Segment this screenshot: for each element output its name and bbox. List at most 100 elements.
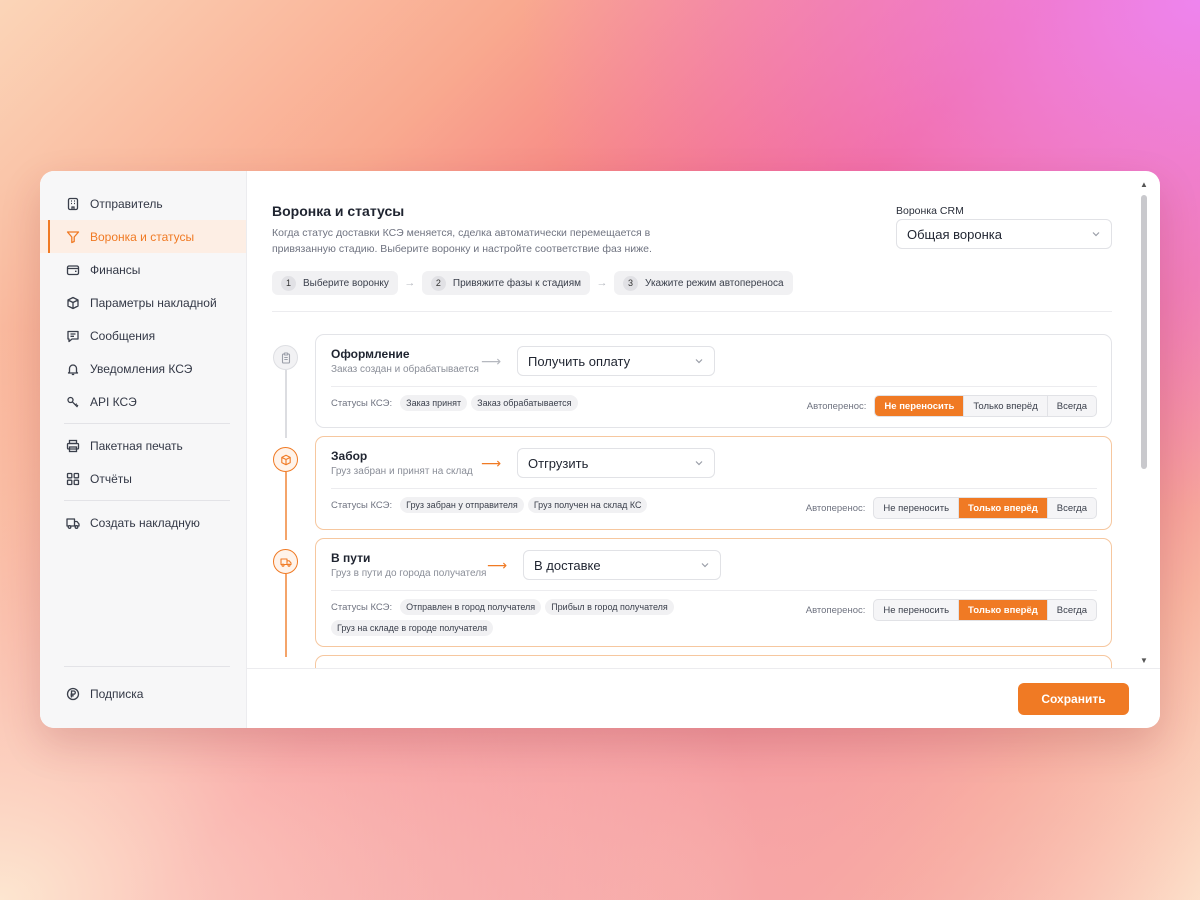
statuses-label: Статусы КСЭ: — [331, 397, 393, 409]
funnel-select[interactable]: Общая воронка — [896, 219, 1112, 249]
save-button[interactable]: Сохранить — [1018, 682, 1129, 715]
auto-transfer-toggle: Не переносить Только вперёд Всегда — [873, 599, 1097, 621]
sidebar-item-create-waybill[interactable]: Создать накладную — [40, 506, 246, 539]
stage-subtitle: Груз в пути до города получателя — [331, 568, 487, 579]
stage-list: Оформление Заказ создан и обрабатывается… — [272, 334, 1112, 668]
settings-window: Отправитель Воронка и статусы Финансы Па… — [40, 171, 1160, 728]
sidebar-item-finance[interactable]: Финансы — [40, 253, 246, 286]
grid-icon — [66, 472, 80, 486]
option-forward-only[interactable]: Только вперёд — [964, 396, 1048, 416]
crm-stage-select[interactable]: Получить оплату — [517, 346, 715, 376]
step-2: 2 Привяжите фазы к стадиям — [421, 271, 591, 295]
option-always[interactable]: Всегда — [1048, 600, 1096, 620]
main-panel: Воронка и статусы Когда статус доставки … — [247, 171, 1160, 728]
status-tag: Груз забран у отправителя — [400, 497, 524, 513]
section-divider — [272, 311, 1112, 312]
chevron-down-icon — [695, 359, 703, 364]
crm-stage-select[interactable]: Отгрузить — [517, 448, 715, 478]
crm-stage-value: Получить оплату — [528, 353, 631, 369]
sidebar-item-api[interactable]: API КСЭ — [40, 385, 246, 418]
option-always[interactable]: Всегда — [1048, 396, 1096, 416]
option-no-transfer[interactable]: Не переносить — [875, 396, 965, 416]
crm-stage-value: В доставке — [534, 557, 601, 573]
sidebar: Отправитель Воронка и статусы Финансы Па… — [40, 171, 247, 728]
sidebar-divider — [64, 500, 230, 501]
auto-transfer: Автоперенос: Не переносить Только вперёд… — [807, 395, 1097, 417]
card-divider — [331, 386, 1097, 387]
sidebar-item-label: Отчёты — [90, 471, 132, 486]
stage-card: В пути Груз в пути до города получателя … — [315, 538, 1112, 647]
stage-row: Оформление Заказ создан и обрабатывается… — [272, 334, 1112, 438]
option-forward-only[interactable]: Только вперёд — [959, 498, 1048, 518]
truck-icon — [273, 549, 298, 574]
stage-name: В пути — [331, 551, 371, 565]
status-tags: Статусы КСЭ: Заказ принят Заказ обрабаты… — [331, 395, 731, 411]
printer-icon — [66, 439, 80, 453]
footer-bar: Сохранить — [247, 668, 1160, 728]
step-3: 3 Укажите режим автопереноса — [614, 271, 793, 295]
content-scroll-area[interactable]: Воронка и статусы Когда статус доставки … — [247, 171, 1138, 668]
clipboard-icon — [273, 345, 298, 370]
stage-connector — [285, 574, 287, 657]
scroll-up-icon[interactable]: ▲ — [1140, 181, 1148, 189]
wallet-icon — [66, 263, 80, 277]
option-no-transfer[interactable]: Не переносить — [874, 600, 960, 620]
scroll-down-icon[interactable]: ▼ — [1140, 657, 1148, 665]
sidebar-item-label: Сообщения — [90, 328, 156, 343]
step-label: Укажите режим автопереноса — [645, 277, 784, 289]
crm-stage-value: Отгрузить — [528, 455, 589, 471]
sidebar-item-label: Отправитель — [90, 196, 163, 211]
message-icon — [66, 329, 80, 343]
sidebar-item-notifications[interactable]: Уведомления КСЭ — [40, 352, 246, 385]
stage-connector — [285, 370, 287, 438]
stage-card: Оформление Заказ создан и обрабатывается… — [315, 334, 1112, 428]
status-tag: Отправлен в город получателя — [400, 599, 542, 615]
truck-icon — [66, 516, 80, 530]
sidebar-item-waybill-params[interactable]: Параметры накладной — [40, 286, 246, 319]
step-number: 2 — [430, 275, 446, 291]
option-forward-only[interactable]: Только вперёд — [959, 600, 1048, 620]
crm-stage-select[interactable]: В доставке — [523, 550, 721, 580]
arrow-right-icon: → — [596, 277, 608, 289]
sidebar-item-label: Создать накладную — [90, 515, 200, 530]
sidebar-item-sender[interactable]: Отправитель — [40, 187, 246, 220]
status-tags: Статусы КСЭ: Груз забран у отправителя Г… — [331, 497, 731, 513]
auto-transfer-toggle: Не переносить Только вперёд Всегда — [873, 497, 1097, 519]
stage-rail — [272, 334, 299, 438]
option-always[interactable]: Всегда — [1048, 498, 1096, 518]
ruble-icon — [66, 687, 80, 701]
scroll-thumb[interactable] — [1141, 195, 1147, 469]
auto-transfer-label: Автоперенос: — [805, 604, 866, 616]
sidebar-item-messages[interactable]: Сообщения — [40, 319, 246, 352]
page-title: Воронка и статусы — [272, 203, 405, 219]
stage-connector — [285, 472, 287, 540]
statuses-label: Статусы КСЭ: — [331, 601, 393, 613]
status-tag: Заказ обрабатывается — [471, 395, 578, 411]
stage-rail — [272, 538, 299, 657]
sidebar-item-label: Параметры накладной — [90, 295, 217, 310]
option-no-transfer[interactable]: Не переносить — [874, 498, 960, 518]
long-arrow-right-icon: ⟶ — [481, 352, 502, 369]
step-number: 3 — [623, 275, 639, 291]
step-label: Выберите воронку — [303, 277, 389, 289]
status-tag: Прибыл в город получателя — [545, 599, 674, 615]
status-tag: Груз на складе в городе получателя — [331, 620, 494, 636]
sidebar-item-reports[interactable]: Отчёты — [40, 462, 246, 495]
funnel-selector: Воронка CRM Общая воронка — [896, 205, 1112, 257]
funnel-label: Воронка CRM — [896, 205, 964, 217]
card-divider — [331, 488, 1097, 489]
page-header: Воронка и статусы Когда статус доставки … — [272, 203, 1112, 257]
sidebar-bottom: Подписка — [40, 661, 246, 710]
stage-card — [315, 655, 1112, 668]
vertical-scrollbar[interactable]: ▲ ▼ — [1140, 181, 1148, 665]
sidebar-item-funnel[interactable]: Воронка и статусы — [40, 220, 246, 253]
sidebar-item-label: Уведомления КСЭ — [90, 361, 193, 376]
page-description: Когда статус доставки КСЭ меняется, сдел… — [272, 227, 652, 255]
sidebar-item-batch-print[interactable]: Пакетная печать — [40, 429, 246, 462]
long-arrow-right-icon: ⟶ — [487, 556, 508, 573]
sidebar-item-label: API КСЭ — [90, 394, 137, 409]
sidebar-item-subscription[interactable]: Подписка — [40, 677, 246, 710]
box-icon — [273, 447, 298, 472]
sidebar-item-label: Подписка — [90, 686, 144, 701]
sidebar-item-label: Пакетная печать — [90, 438, 183, 453]
